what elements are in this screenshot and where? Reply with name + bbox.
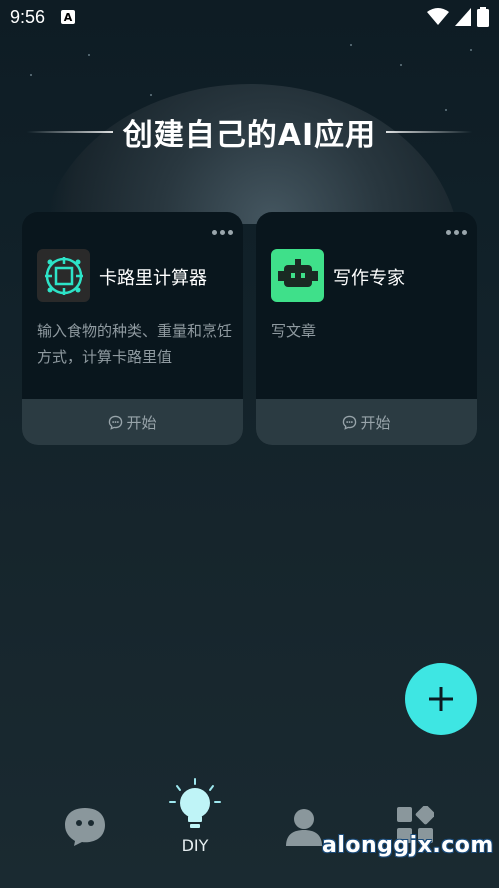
chat-bubble-icon <box>65 808 105 846</box>
signal-icon <box>455 8 471 26</box>
hero-banner: 创建自己的AI应用 <box>0 34 499 224</box>
wifi-icon <box>427 8 449 25</box>
more-options-icon[interactable] <box>212 230 233 235</box>
chat-small-icon <box>109 415 123 430</box>
card-title: 写作专家 <box>333 268 405 289</box>
app-card-writer[interactable]: 写作专家 写文章 开始 <box>256 212 477 445</box>
plus-icon <box>429 687 453 711</box>
add-app-button[interactable] <box>405 663 477 735</box>
nav-label-diy: DIY <box>181 836 209 855</box>
start-button[interactable]: 开始 <box>22 399 243 445</box>
chat-small-icon <box>343 415 357 430</box>
chip-icon <box>37 249 90 302</box>
bottom-nav: DIY <box>0 770 499 888</box>
nav-item-profile[interactable] <box>286 808 322 846</box>
battery-icon <box>477 7 489 27</box>
card-description: 输入食物的种类、重量和烹饪方式，计算卡路里值 <box>37 322 233 366</box>
status-bar: 9:56 A <box>0 0 499 34</box>
nav-item-diy[interactable]: DIY <box>168 778 222 855</box>
card-title: 卡路里计算器 <box>99 268 207 289</box>
watermark: alonggjx.com <box>322 833 494 858</box>
more-options-icon[interactable] <box>446 230 467 235</box>
nav-item-chat[interactable] <box>63 806 107 846</box>
status-icons <box>427 7 489 27</box>
hero-title-row: 创建自己的AI应用 <box>0 110 499 154</box>
app-card-calorie[interactable]: 卡路里计算器 输入食物的种类、重量和烹饪方式，计算卡路里值 开始 <box>22 212 243 445</box>
card-description: 写文章 <box>271 322 317 340</box>
robot-icon <box>271 249 324 302</box>
hero-title: 创建自己的AI应用 <box>122 118 377 153</box>
hero-divider-right <box>386 131 473 133</box>
start-button[interactable]: 开始 <box>256 399 477 445</box>
lightbulb-icon <box>169 778 221 828</box>
start-label: 开始 <box>126 413 157 432</box>
hero-divider-left <box>26 131 113 133</box>
start-label: 开始 <box>360 413 391 432</box>
user-icon <box>286 809 322 846</box>
status-time: 9:56 <box>10 6 46 27</box>
planet-illustration <box>40 84 460 224</box>
notification-badge: A <box>61 10 76 24</box>
